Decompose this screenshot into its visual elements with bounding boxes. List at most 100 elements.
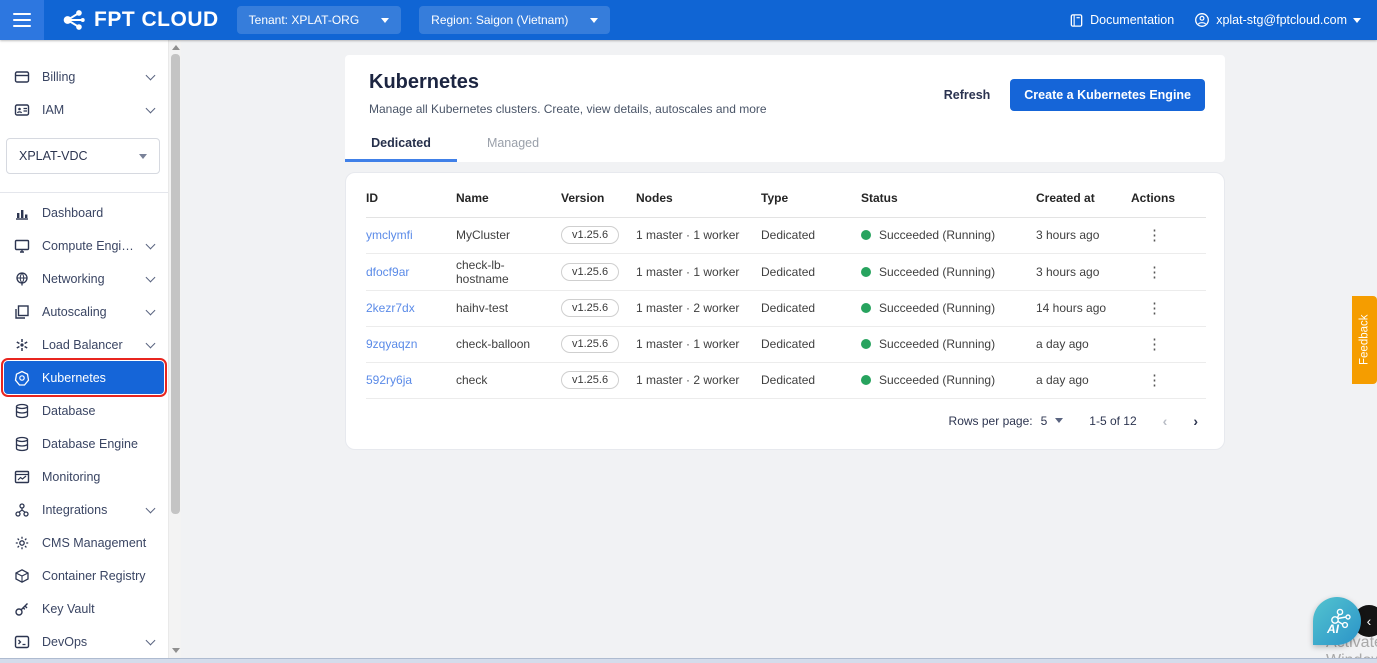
refresh-button[interactable]: Refresh: [944, 88, 991, 102]
kubernetes-icon: [14, 370, 30, 386]
tab-dedicated[interactable]: Dedicated: [345, 124, 457, 162]
sidebar-scrollbar[interactable]: [168, 40, 181, 663]
created-at: a day ago: [1036, 362, 1131, 399]
cluster-id-link[interactable]: 592ry6ja: [366, 373, 412, 387]
column-header-type: Type: [761, 179, 861, 218]
version-badge: v1.25.6: [561, 226, 620, 244]
status-text: Succeeded (Running): [879, 264, 996, 279]
row-actions-kebab-button[interactable]: ⋮: [1143, 372, 1166, 389]
chevron-down-icon: [145, 338, 156, 348]
column-header-version: Version: [561, 179, 636, 218]
sidebar-item-cms-management[interactable]: CMS Management: [0, 526, 168, 559]
next-page-button[interactable]: ›: [1193, 413, 1198, 429]
sidebar-item-container-registry[interactable]: Container Registry: [0, 559, 168, 592]
region-selector[interactable]: Region: Saigon (Vietnam): [419, 6, 611, 34]
taskbar-edge: [0, 658, 1377, 663]
table-row: 2kezr7dx haihv-test v1.25.6 1 master · 2…: [366, 290, 1206, 327]
cluster-id-link[interactable]: 9zqyaqzn: [366, 337, 417, 351]
database-icon: [14, 403, 30, 419]
status-text: Succeeded (Running): [879, 301, 996, 315]
chevron-down-icon: [145, 305, 156, 315]
sidebar-item-label: Integrations: [42, 502, 108, 517]
dashboard-icon: [14, 205, 30, 221]
hamburger-menu-button[interactable]: [0, 0, 44, 40]
sidebar-item-integrations[interactable]: Integrations: [0, 493, 168, 526]
cluster-id-link[interactable]: 2kezr7dx: [366, 301, 415, 315]
documentation-link[interactable]: Documentation: [1069, 13, 1174, 28]
chevron-down-icon: [381, 17, 390, 23]
svg-text:AI: AI: [1326, 622, 1340, 636]
cluster-type: Dedicated: [761, 253, 861, 291]
rows-per-page-selector[interactable]: Rows per page: 5: [949, 414, 1064, 428]
networking-icon: [14, 271, 30, 287]
create-kubernetes-engine-button[interactable]: Create a Kubernetes Engine: [1010, 79, 1205, 111]
cluster-name: haihv-test: [456, 290, 561, 327]
version-badge: v1.25.6: [561, 371, 620, 389]
feedback-tab-button[interactable]: Feedback: [1352, 296, 1377, 384]
cluster-name: check: [456, 362, 561, 399]
table-row: dfocf9ar check-lb-hostname v1.25.6 1 mas…: [366, 253, 1206, 291]
tenant-selector[interactable]: Tenant: XPLAT-ORG: [236, 6, 402, 34]
sidebar-item-kubernetes[interactable]: Kubernetes: [1, 358, 167, 397]
cluster-type: Dedicated: [761, 362, 861, 399]
vdc-selector-value: XPLAT-VDC: [19, 149, 88, 163]
previous-page-button[interactable]: ‹: [1163, 413, 1168, 429]
cluster-type: Dedicated: [761, 290, 861, 327]
sidebar-item-label: Load Balancer: [42, 337, 123, 352]
chevron-down-icon: [1055, 418, 1064, 423]
cluster-id-link[interactable]: ymclymfi: [366, 228, 413, 242]
row-actions-kebab-button[interactable]: ⋮: [1143, 264, 1166, 281]
sidebar-item-networking[interactable]: Networking: [0, 262, 168, 295]
sidebar-item-compute-engine[interactable]: Compute Engine: [0, 229, 168, 262]
sidebar-item-autoscaling[interactable]: Autoscaling: [0, 295, 168, 328]
ai-assistant-bubble-button[interactable]: AI: [1313, 597, 1361, 645]
sidebar-item-billing[interactable]: Billing: [0, 60, 168, 93]
cluster-type: Dedicated: [761, 217, 861, 254]
table-row: 9zqyaqzn check-balloon v1.25.6 1 master …: [366, 326, 1206, 363]
chevron-down-icon: [145, 239, 156, 249]
column-header-status: Status: [861, 179, 1036, 218]
vdc-selector[interactable]: XPLAT-VDC: [6, 138, 160, 174]
scroll-down-arrow-icon[interactable]: [172, 648, 180, 653]
cluster-nodes: 1 master · 2 worker: [636, 362, 761, 399]
sidebar-item-database[interactable]: Database: [0, 394, 168, 427]
version-badge: v1.25.6: [561, 299, 620, 317]
row-actions-kebab-button[interactable]: ⋮: [1143, 227, 1166, 244]
sidebar-item-key-vault[interactable]: Key Vault: [0, 592, 168, 625]
load-balancer-icon: [14, 337, 30, 353]
sidebar: Billing IAM XPLAT-VDC Dashboard Compute …: [0, 40, 168, 663]
column-header-nodes: Nodes: [636, 179, 761, 218]
cluster-nodes: 1 master · 1 worker: [636, 253, 761, 291]
cluster-nodes: 1 master · 1 worker: [636, 326, 761, 363]
account-menu[interactable]: xplat-stg@fptcloud.com: [1194, 12, 1361, 28]
sidebar-item-monitoring[interactable]: Monitoring: [0, 460, 168, 493]
sidebar-item-database-engine[interactable]: Database Engine: [0, 427, 168, 460]
table-header-row: ID Name Version Nodes Type Status Create…: [366, 179, 1206, 218]
compute-engine-icon: [14, 238, 30, 254]
cluster-nodes: 1 master · 2 worker: [636, 290, 761, 327]
main-content: Kubernetes Manage all Kubernetes cluster…: [181, 40, 1377, 663]
scrollbar-thumb[interactable]: [171, 54, 180, 514]
sidebar-item-devops[interactable]: DevOps: [0, 625, 168, 658]
cluster-name: MyCluster: [456, 217, 561, 254]
rows-per-page-label: Rows per page:: [948, 413, 1033, 428]
sidebar-item-label: IAM: [42, 102, 65, 117]
scroll-up-arrow-icon[interactable]: [172, 45, 180, 50]
page-title: Kubernetes: [369, 71, 480, 93]
clusters-table-card: ID Name Version Nodes Type Status Create…: [345, 172, 1225, 450]
status-text: Succeeded (Running): [879, 337, 996, 351]
row-actions-kebab-button[interactable]: ⋮: [1143, 300, 1166, 317]
tab-managed[interactable]: Managed: [457, 124, 569, 162]
sidebar-item-label: Dashboard: [42, 205, 104, 220]
sidebar-item-dashboard[interactable]: Dashboard: [0, 196, 168, 229]
chevron-down-icon: [1353, 17, 1361, 23]
row-actions-kebab-button[interactable]: ⋮: [1143, 336, 1166, 353]
sidebar-item-label: Key Vault: [42, 601, 95, 616]
sidebar-item-load-balancer[interactable]: Load Balancer: [0, 328, 168, 361]
key-vault-icon: [14, 601, 30, 617]
sidebar-item-iam[interactable]: IAM: [0, 93, 168, 126]
integrations-icon: [14, 502, 30, 518]
cluster-id-link[interactable]: dfocf9ar: [366, 265, 409, 279]
created-at: 3 hours ago: [1036, 217, 1131, 254]
sidebar-item-label: DevOps: [42, 634, 88, 649]
